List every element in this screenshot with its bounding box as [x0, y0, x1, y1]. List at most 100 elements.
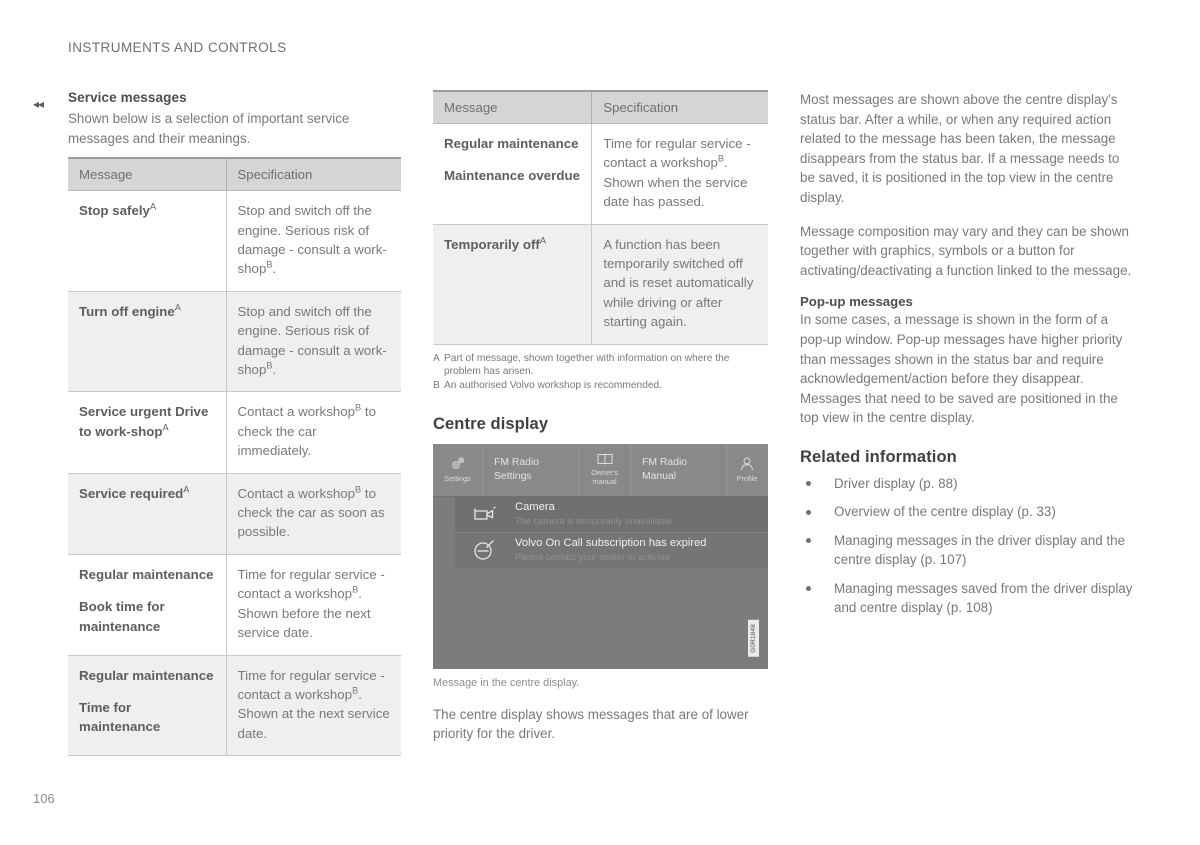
table-row: Regular maintenance Time for maintenance T… — [68, 655, 401, 757]
tile-profile-label: Profile — [736, 473, 758, 483]
column-left: Service messages Shown below is a select… — [68, 90, 401, 757]
cell-specification: Contact a workshopB to check the car as … — [226, 473, 401, 555]
centre-display-message-list: Camera The camera is temporarily unavail… — [455, 495, 768, 568]
tile-settings[interactable]: Settings — [433, 443, 483, 496]
related-information-title: Related information — [800, 447, 957, 466]
related-information-item[interactable]: Driver display (p. 88) — [800, 474, 1136, 493]
related-information-label: Managing messages saved from the driver … — [834, 580, 1133, 615]
footnote-marker: B — [266, 360, 273, 371]
table-row: Regular maintenance Book time for mainten… — [68, 554, 401, 656]
cell-message: Temporarily offA — [433, 224, 593, 345]
cell-message: Service urgent Drive to work-shopA — [68, 391, 227, 474]
tile-fm-radio-settings-label: FM Radio Settings — [494, 457, 540, 482]
figure-caption: Message in the centre display. — [433, 676, 580, 689]
footnote-marker: A — [149, 201, 157, 212]
tile-settings-label: Settings — [444, 474, 471, 484]
related-information-label: Overview of the centre display (p. 33) — [834, 504, 1056, 520]
message-voc-title: Volvo On Call subscription has expired — [515, 537, 707, 550]
owners-manual-icon — [597, 453, 613, 465]
table-header-row: Message Specification — [433, 90, 768, 124]
cell-message: Regular maintenance Time for maintenance — [68, 655, 227, 757]
profile-icon — [739, 457, 755, 471]
message-voc-subtitle: Please contact your dealer to activate — [515, 552, 671, 563]
message-camera-title: Camera — [515, 500, 555, 513]
centre-display-screenshot: Settings FM Radio Settings Owner's manua… — [433, 443, 768, 669]
cell-message-secondary: Maintenance overdue — [444, 168, 580, 184]
table-row: Service requiredA Contact a workshopB to … — [68, 473, 401, 555]
page-number: 106 — [33, 791, 55, 806]
message-row-camera[interactable]: Camera The camera is temporarily unavail… — [455, 495, 768, 532]
popup-messages-text: In some cases, a message is shown in the… — [800, 312, 1123, 426]
message-voc-texts: Volvo On Call subscription has expired P… — [513, 537, 707, 563]
cell-message: Turn off engineA — [68, 291, 227, 393]
footnote-mark: B — [433, 380, 440, 392]
message-row-volvo-on-call[interactable]: Volvo On Call subscription has expired P… — [455, 531, 768, 568]
column-header-message: Message — [433, 90, 593, 124]
related-information-item[interactable]: Managing messages saved from the driver … — [800, 579, 1136, 618]
cell-message: Stop safelyA — [68, 190, 227, 292]
cell-specification: Time for regular service - contact a wor… — [226, 554, 401, 656]
tile-profile[interactable]: Profile — [727, 444, 767, 496]
footnote-mark: A — [433, 352, 440, 364]
related-information-label: Driver display (p. 88) — [834, 475, 958, 491]
cell-specification: Stop and switch off the engine. Serious … — [226, 190, 401, 292]
footnote-item: B An authorised Volvo workshop is recomme… — [433, 379, 768, 392]
table-row: Temporarily offA A function has been temp… — [433, 224, 768, 345]
bullet-icon — [806, 586, 811, 592]
service-messages-title: Service messages — [68, 90, 187, 105]
cell-specification: Contact a workshopB to check the car imm… — [226, 391, 401, 474]
tile-fm-radio-manual[interactable]: FM Radio Manual — [631, 443, 727, 496]
table-row: Service urgent Drive to work-shopA Contac… — [68, 391, 401, 474]
popup-messages-title: Pop-up messages — [800, 294, 913, 310]
related-information-label: Managing messages in the driver display … — [834, 532, 1126, 568]
related-information-item[interactable]: Overview of the centre display (p. 33) — [800, 502, 1136, 521]
table-body-1: Stop safelyA Stop and switch off the engi… — [68, 190, 401, 757]
footnote-item: A Part of message, shown together with in… — [433, 352, 768, 379]
cell-specification: A function has been temporarily switched… — [591, 224, 768, 345]
footnote-marker: B — [355, 484, 362, 495]
centre-display-title: Centre display — [433, 414, 549, 433]
bullet-icon — [806, 509, 811, 515]
footnote-marker: B — [717, 153, 725, 164]
footnote-marker: A — [183, 484, 190, 495]
tile-fm-radio-settings[interactable]: FM Radio Settings — [483, 443, 579, 496]
tile-owners-manual-label: Owner's manual — [591, 468, 618, 487]
footnotes: A Part of message, shown together with in… — [433, 352, 768, 393]
footnote-text: An authorised Volvo workshop is recommen… — [444, 380, 663, 392]
paragraph-message-composition: Message composition may vary and they ca… — [800, 223, 1132, 278]
column-middle: Message Specification Regular maintenanc… — [433, 90, 768, 758]
footnote-marker: B — [266, 259, 273, 270]
cell-message-secondary: Book time for maintenance — [79, 599, 165, 634]
column-right: Most messages are shown above the centre… — [800, 90, 1136, 626]
table-header-row: Message Specification — [68, 157, 401, 192]
after-figure-text: The centre display shows messages that a… — [433, 706, 749, 742]
tile-owners-manual[interactable]: Owner's manual — [579, 443, 631, 496]
camera-icon — [473, 506, 513, 522]
cell-message-secondary: Time for maintenance — [79, 699, 161, 735]
paragraph-status-bar: Most messages are shown above the centre… — [800, 92, 1120, 205]
bullet-icon — [806, 538, 811, 544]
related-information-list: Driver display (p. 88) Overview of the ce… — [800, 474, 1136, 617]
cell-specification: Stop and switch off the engine. Serious … — [226, 291, 401, 393]
centre-display-top-bar: Settings FM Radio Settings Owner's manua… — [433, 443, 768, 497]
column-header-specification: Specification — [226, 157, 401, 192]
cell-message: Service requiredA — [68, 473, 227, 555]
service-messages-table-1: Message Specification Stop safelyA Stop a… — [68, 157, 401, 757]
continuation-arrow-icon: ◂◂ — [33, 97, 44, 111]
cell-message: Regular maintenance Book time for mainten… — [68, 554, 227, 656]
running-header: INSTRUMENTS AND CONTROLS — [68, 40, 287, 55]
footnote-marker: A — [539, 235, 546, 246]
service-messages-table-2: Message Specification Regular maintenanc… — [433, 90, 768, 345]
image-watermark: G0R1848 — [748, 620, 759, 657]
footnote-marker: B — [355, 403, 362, 414]
service-messages-intro: Shown below is a selection of important … — [68, 111, 350, 146]
tile-fm-radio-manual-label: FM Radio Manual — [642, 457, 688, 482]
table-row: Regular maintenance Maintenance overdue Ti… — [433, 123, 768, 225]
volvo-logo-icon — [473, 539, 513, 561]
related-information-item[interactable]: Managing messages in the driver display … — [800, 531, 1136, 570]
bullet-icon — [806, 481, 811, 487]
footnote-marker: B — [352, 685, 359, 696]
column-header-message: Message — [68, 157, 227, 192]
table-row: Stop safelyA Stop and switch off the engi… — [68, 190, 401, 292]
cell-specification: Time for regular service - contact a wor… — [226, 655, 401, 757]
